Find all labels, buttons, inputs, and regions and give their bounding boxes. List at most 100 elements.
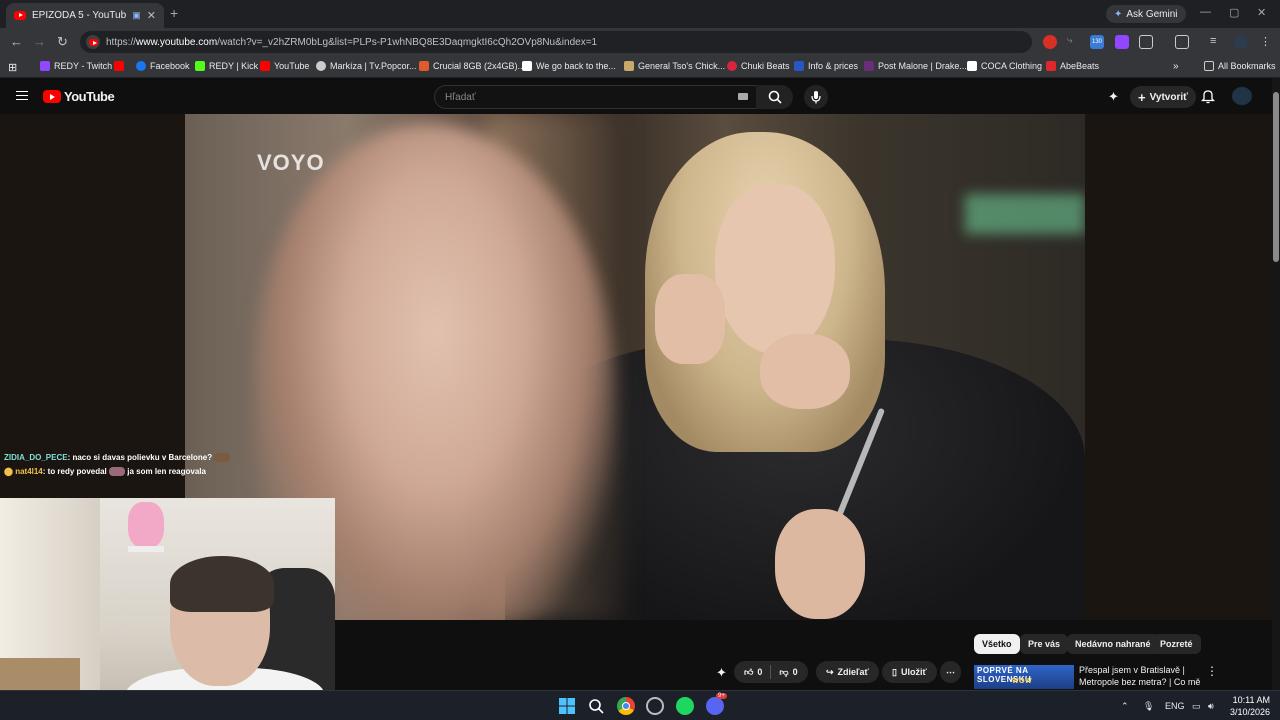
coca-icon (967, 61, 977, 71)
account-avatar[interactable] (1232, 87, 1252, 105)
site-info-icon[interactable] (86, 35, 100, 49)
chuki-icon (727, 61, 737, 71)
thumbnail-badge: WOW (1012, 678, 1033, 685)
notifications-bell-icon[interactable] (1200, 88, 1216, 109)
minimize-icon[interactable]: — (1200, 6, 1211, 18)
recipe-icon (624, 61, 634, 71)
reload-icon[interactable]: ↻ (57, 34, 68, 50)
bookmark-item[interactable]: AbeBeats (1046, 61, 1099, 71)
bookmark-item[interactable]: REDY - Twitch (40, 61, 112, 71)
face (715, 184, 835, 354)
playlist-icon[interactable]: ≡ (1210, 35, 1224, 49)
page-scrollbar[interactable] (1272, 78, 1280, 690)
search-button[interactable] (756, 85, 793, 109)
ask-gemini-button[interactable]: ✦ Ask Gemini (1106, 5, 1186, 23)
windows-taskbar: 9+ ⌃ 🎙︎ ENG ▭ 🔊︎ 10:11 AM 3/10/2026 (0, 690, 1280, 720)
recommended-thumbnail[interactable]: POPRVÉ NA SLOVENSKU WOW (974, 665, 1074, 689)
ask-sparkle-icon[interactable]: ✦ (716, 665, 727, 681)
bookmark-item[interactable]: Info & prices (794, 61, 858, 71)
obs-icon[interactable] (646, 697, 664, 715)
taskbar-clock[interactable]: 10:11 AM 3/10/2026 (1228, 694, 1270, 718)
create-button[interactable]: + Vytvoriť (1130, 86, 1196, 108)
back-arrow-icon[interactable]: ← (10, 34, 23, 49)
window-close-icon[interactable]: ✕ (1257, 6, 1266, 19)
twitch-icon (40, 61, 50, 71)
bookmarks-overflow-icon[interactable]: » (1173, 61, 1179, 72)
recommended-more-icon[interactable]: ⋮ (1206, 664, 1218, 678)
gemini-sparkle-icon[interactable]: ✦ (1108, 89, 1119, 105)
webcam-doll (128, 502, 164, 548)
tab-close-icon[interactable]: ✕ (147, 9, 156, 22)
apps-grid-icon[interactable]: ⊞ (8, 61, 17, 74)
ask-gemini-label: Ask Gemini (1126, 8, 1178, 20)
post-malone-icon (864, 61, 874, 71)
bookmark-item[interactable]: Markíza | Tv.Popcor... (316, 61, 417, 71)
microphone-tray-icon[interactable]: 🎙︎ (1143, 701, 1154, 712)
sub-badge-icon: ⬤ (4, 467, 13, 476)
new-tab-button[interactable]: + (170, 5, 178, 21)
bookmark-item[interactable] (114, 61, 128, 71)
extensions-puzzle-icon[interactable] (1139, 35, 1153, 49)
tab-title: EPIZÓDA 5 - YouTube (32, 10, 127, 21)
bookmark-item[interactable]: Post Malone | Drake... (864, 61, 967, 71)
abebeats-icon (1046, 61, 1056, 71)
address-bar[interactable]: https://www.youtube.com/watch?v=_v2hZRM0… (80, 31, 1032, 53)
bookmark-item[interactable]: General Tso's Chick... (624, 61, 725, 71)
bookmark-item[interactable]: We go back to the... (522, 61, 616, 71)
spotify-icon[interactable] (676, 697, 694, 715)
scrollbar-thumb[interactable] (1273, 92, 1279, 262)
bookmark-item[interactable]: Chuki Beats (727, 61, 790, 71)
channel-watermark: VOYO (257, 150, 325, 175)
windows-start-icon[interactable] (558, 697, 576, 715)
chip-all[interactable]: Všetko (974, 634, 1020, 654)
browser-toolbar: ← → ↻ https://www.youtube.com/watch?v=_v… (0, 28, 1280, 56)
bookmark-item[interactable]: Facebook (136, 61, 190, 71)
hamburger-menu-icon[interactable] (16, 91, 28, 100)
chip-for-you[interactable]: Pre vás (1020, 634, 1069, 654)
search-input[interactable]: Hľadať (434, 85, 758, 109)
language-indicator[interactable]: ENG (1165, 701, 1185, 711)
info-icon (794, 61, 804, 71)
taskbar-search-icon[interactable] (587, 697, 605, 715)
folder-icon (1204, 61, 1214, 71)
keyboard-icon[interactable] (738, 93, 748, 100)
browser-menu-icon[interactable]: ⋮ (1260, 35, 1274, 49)
gemini-sparkle-icon: ✦ (1114, 8, 1123, 20)
save-button[interactable]: ▯ Uložiť (882, 661, 937, 683)
network-icon[interactable]: ▭ (1192, 701, 1201, 712)
forward-arrow-icon[interactable]: → (33, 34, 46, 49)
bookmark-item[interactable]: Crucial 8GB (2x4GB)... (419, 61, 525, 71)
bookmark-item[interactable]: YouTube (260, 61, 309, 71)
twitch-extension-icon[interactable] (1115, 35, 1129, 49)
tray-chevron-icon[interactable]: ⌃ (1121, 701, 1129, 712)
extension-red-icon[interactable] (1043, 35, 1057, 49)
chrome-icon[interactable] (617, 697, 635, 715)
cast-icon[interactable] (1175, 35, 1189, 49)
volume-icon[interactable]: 🔊︎ (1208, 701, 1214, 712)
browser-tab-bar: EPIZÓDA 5 - YouTube ▣ ✕ + ✦ Ask Gemini —… (0, 0, 1280, 28)
like-button[interactable]: 👍︎ 0 👎︎ 0 (734, 661, 808, 683)
share-button[interactable]: ↪ Zdieľať (816, 661, 879, 683)
hand (775, 509, 865, 619)
voice-search-button[interactable] (804, 85, 828, 109)
profile-avatar-icon[interactable] (1234, 35, 1248, 49)
bookmark-item[interactable]: COCA Clothing (967, 61, 1042, 71)
webcam-shelf (128, 546, 164, 552)
extension-badge-icon[interactable]: 130 (1090, 35, 1104, 49)
maximize-icon[interactable]: ▢ (1229, 6, 1239, 19)
discord-icon[interactable]: 9+ (706, 693, 727, 715)
discord-badge: 9+ (716, 693, 727, 699)
more-actions-button[interactable]: ⋯ (940, 661, 961, 683)
all-bookmarks-button[interactable]: All Bookmarks (1204, 61, 1276, 71)
crucial-icon (419, 61, 429, 71)
bookmark-item[interactable]: REDY | Kick (195, 61, 258, 71)
chip-watched[interactable]: Pozreté (1152, 634, 1201, 654)
search-icon (768, 90, 782, 104)
tab-youtube[interactable]: EPIZÓDA 5 - YouTube ▣ ✕ (6, 3, 164, 28)
plus-icon: + (1138, 89, 1146, 105)
youtube-logo[interactable]: YouTube (43, 89, 115, 104)
extension-arrow-icon[interactable]: ⤷ (1067, 35, 1081, 49)
hand (655, 274, 725, 364)
bookmarks-bar: ⊞ REDY - Twitch Facebook REDY | Kick You… (0, 56, 1280, 78)
chip-recently-uploaded[interactable]: Nedávno nahrané (1067, 634, 1159, 654)
